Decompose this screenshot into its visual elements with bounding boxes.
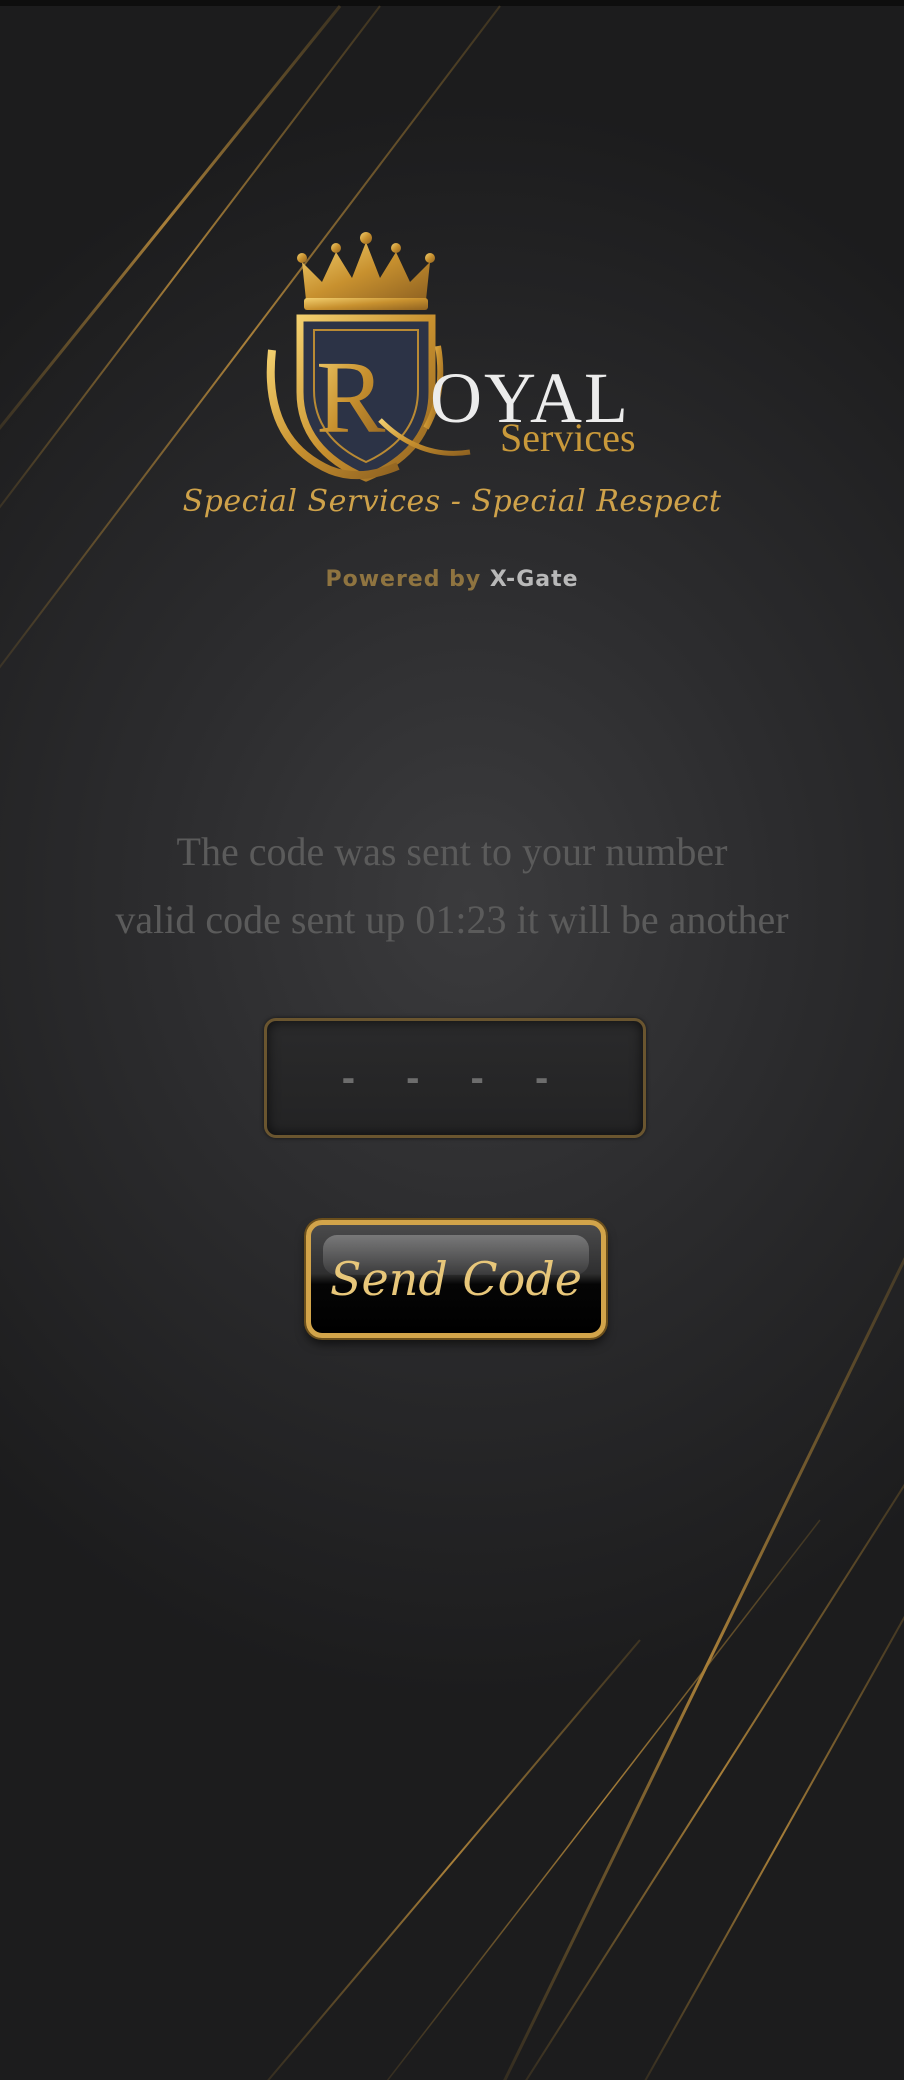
send-code-button[interactable]: Send Code: [306, 1220, 606, 1338]
send-code-label: Send Code: [330, 1252, 582, 1306]
verification-code-input[interactable]: [267, 1020, 643, 1136]
logo-letter: R: [316, 340, 386, 455]
crown-shield-icon: R: [266, 232, 471, 482]
royal-services-logo: R OYAL Services Special Services - Speci…: [0, 0, 904, 620]
logo-sub: Services: [500, 415, 636, 460]
verification-screen: R OYAL Services Special Services - Speci…: [0, 0, 904, 2080]
message-line-1: The code was sent to your number: [176, 829, 728, 874]
code-sent-message: The code was sent to your number valid c…: [0, 818, 904, 954]
tagline: Special Services - Special Respect: [182, 484, 722, 519]
powered-by: Powered by X-Gate: [0, 567, 904, 592]
powered-brand: X-Gate: [489, 567, 579, 592]
powered-prefix: Powered by: [325, 567, 482, 592]
message-line-2: valid code sent up 01:23 it will be anot…: [115, 897, 789, 942]
code-input-box: [264, 1018, 646, 1138]
